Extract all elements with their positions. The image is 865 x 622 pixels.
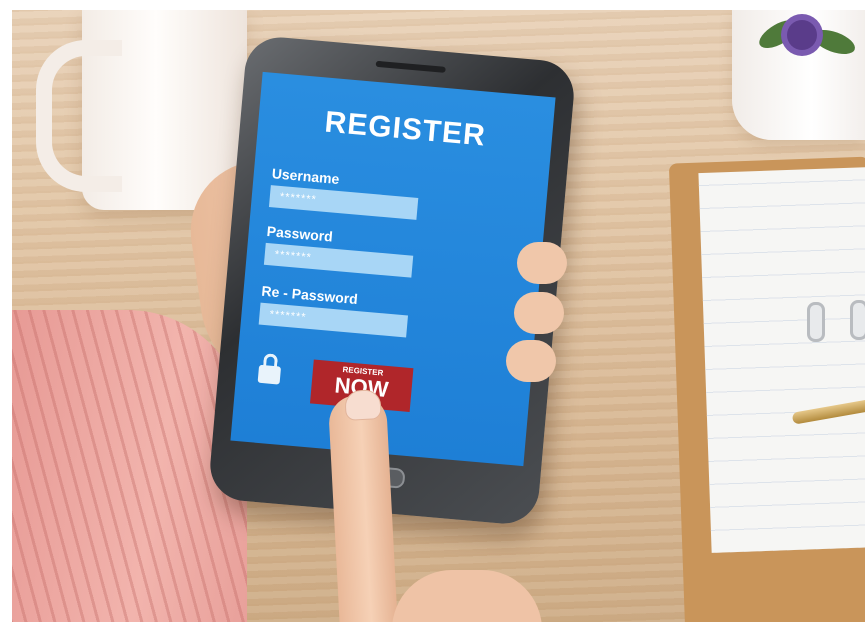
username-field[interactable]: *******: [268, 185, 419, 220]
smartphone: REGISTER Username ******* Password *****…: [207, 34, 577, 527]
binder-ring: [850, 300, 865, 340]
holding-finger: [517, 242, 567, 284]
photo-scene: REGISTER Username ******* Password *****…: [12, 10, 865, 622]
holding-finger: [514, 292, 564, 334]
mug-handle: [36, 40, 122, 192]
fingernail: [344, 389, 382, 421]
username-label: Username: [271, 165, 341, 187]
register-title: REGISTER: [323, 105, 488, 153]
lock-icon: [257, 364, 282, 385]
binder-ring: [807, 302, 825, 342]
re-password-field[interactable]: *******: [258, 302, 409, 338]
purple-flower: [787, 20, 817, 50]
password-label: Password: [266, 222, 334, 245]
phone-speaker: [375, 60, 446, 73]
holding-finger: [506, 340, 556, 382]
notebook-page: [698, 167, 865, 553]
password-field[interactable]: *******: [263, 242, 414, 278]
phone-screen: REGISTER Username ******* Password *****…: [230, 71, 556, 467]
